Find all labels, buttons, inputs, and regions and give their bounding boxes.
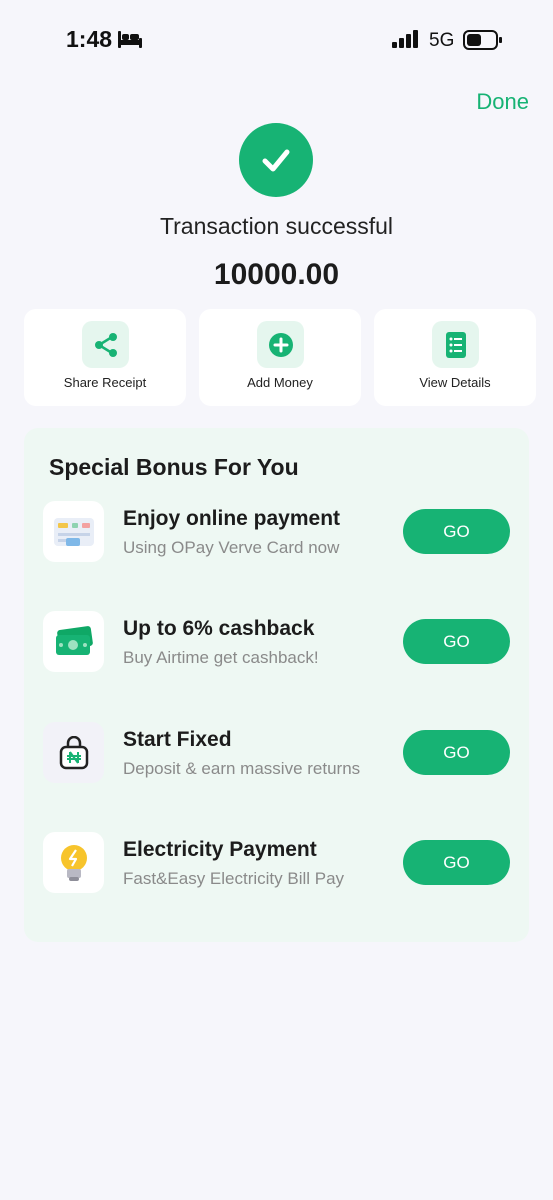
share-receipt-label: Share Receipt [63, 375, 147, 390]
naira-lock-icon [43, 722, 104, 783]
network-type: 5G [429, 30, 455, 51]
bonus-title: Special Bonus For You [49, 454, 299, 480]
bonus-item-electricity: Electricity Payment Fast&Easy Electricit… [24, 832, 529, 896]
view-details-label: View Details [419, 375, 491, 390]
share-icon [82, 321, 129, 368]
battery-icon [463, 30, 503, 55]
special-bonus-panel: Special Bonus For You Enjoy online payme… [24, 428, 529, 942]
bonus-item-title: Enjoy online payment [123, 507, 341, 530]
go-button[interactable]: GO [403, 840, 510, 885]
add-money-button[interactable]: Add Money [199, 309, 361, 406]
bonus-item-title: Electricity Payment [123, 838, 317, 861]
bonus-item-online-payment: Enjoy online payment Using OPay Verve Ca… [24, 501, 529, 565]
document-list-icon [432, 321, 479, 368]
transaction-amount: 10000.00 [213, 258, 340, 291]
card-payment-icon [43, 501, 104, 562]
share-receipt-button[interactable]: Share Receipt [24, 309, 186, 406]
status-time: 1:48 [66, 26, 113, 52]
sleep-bed-icon [117, 29, 143, 54]
transaction-status: Transaction successful [159, 213, 394, 239]
view-details-button[interactable]: View Details [374, 309, 536, 406]
status-bar: 1:48 5G [0, 0, 553, 84]
plus-circle-icon [257, 321, 304, 368]
bonus-item-subtitle: Fast&Easy Electricity Bill Pay [123, 869, 345, 888]
success-check-icon [239, 123, 313, 197]
bonus-item-title: Up to 6% cashback [123, 617, 315, 640]
bonus-item-subtitle: Using OPay Verve Card now [123, 538, 340, 557]
go-button[interactable]: GO [403, 509, 510, 554]
light-bulb-icon [43, 832, 104, 893]
cell-signal-icon [392, 30, 420, 53]
cash-icon [43, 611, 104, 672]
bonus-item-start-fixed: Start Fixed Deposit & earn massive retur… [24, 722, 529, 786]
bonus-item-cashback: Up to 6% cashback Buy Airtime get cashba… [24, 611, 529, 675]
bonus-item-subtitle: Buy Airtime get cashback! [123, 648, 319, 667]
bonus-item-subtitle: Deposit & earn massive returns [123, 759, 361, 778]
bonus-item-title: Start Fixed [123, 728, 232, 751]
go-button[interactable]: GO [403, 730, 510, 775]
add-money-label: Add Money [247, 375, 313, 390]
go-button[interactable]: GO [403, 619, 510, 664]
done-button[interactable]: Done [476, 89, 529, 115]
